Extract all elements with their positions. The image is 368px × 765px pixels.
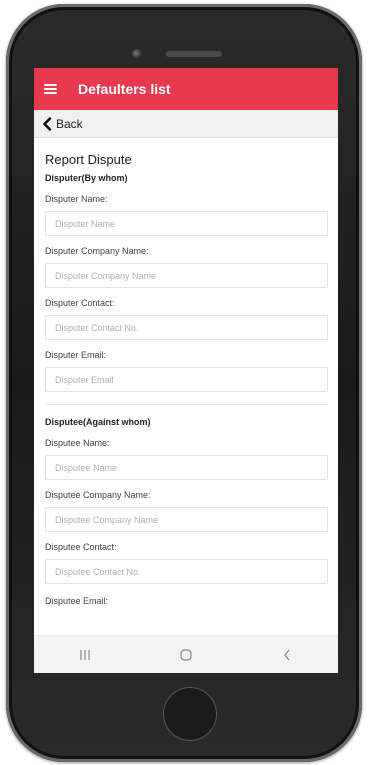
- disputee-company-input[interactable]: [45, 507, 328, 532]
- hamburger-menu-icon[interactable]: [44, 84, 57, 94]
- back-icon: [284, 649, 290, 660]
- home-button[interactable]: [163, 687, 217, 741]
- form-title: Report Dispute: [45, 152, 132, 167]
- back-button[interactable]: Back: [34, 110, 338, 138]
- disputer-contact-input[interactable]: [45, 315, 328, 340]
- disputer-section-title: Disputer(By whom): [45, 173, 128, 183]
- disputee-contact-input[interactable]: [45, 559, 328, 584]
- section-divider: [45, 404, 328, 405]
- disputer-company-label: Disputer Company Name:: [45, 246, 149, 256]
- app-screen: Defaulters list Back Report Dispute Disp…: [34, 68, 338, 673]
- disputee-name-label: Disputee Name:: [45, 438, 110, 448]
- dispute-form: Report Dispute Disputer(By whom) Dispute…: [34, 138, 338, 606]
- disputer-company-input[interactable]: [45, 263, 328, 288]
- page-title: Defaulters list: [78, 81, 171, 97]
- home-icon: [180, 648, 192, 661]
- back-nav-button[interactable]: [272, 645, 302, 665]
- app-header: Defaulters list: [34, 68, 338, 110]
- chevron-left-icon: [43, 116, 52, 131]
- disputee-company-label: Disputee Company Name:: [45, 490, 151, 500]
- home-nav-button[interactable]: [171, 645, 201, 665]
- disputee-section-title: Disputee(Against whom): [45, 417, 151, 427]
- disputer-email-label: Disputer Email:: [45, 350, 107, 360]
- system-nav-bar: [34, 635, 338, 673]
- speaker-grille: [166, 51, 222, 57]
- disputer-contact-label: Disputer Contact:: [45, 298, 115, 308]
- front-camera: [132, 49, 142, 59]
- disputee-email-label: Disputee Email:: [45, 596, 109, 606]
- back-label: Back: [56, 116, 83, 131]
- disputer-email-input[interactable]: [45, 367, 328, 392]
- recents-icon: [80, 649, 90, 660]
- disputer-name-label: Disputer Name:: [45, 194, 108, 204]
- disputee-name-input[interactable]: [45, 455, 328, 480]
- recents-button[interactable]: [70, 645, 100, 665]
- disputer-name-input[interactable]: [45, 211, 328, 236]
- disputee-contact-label: Disputee Contact:: [45, 542, 117, 552]
